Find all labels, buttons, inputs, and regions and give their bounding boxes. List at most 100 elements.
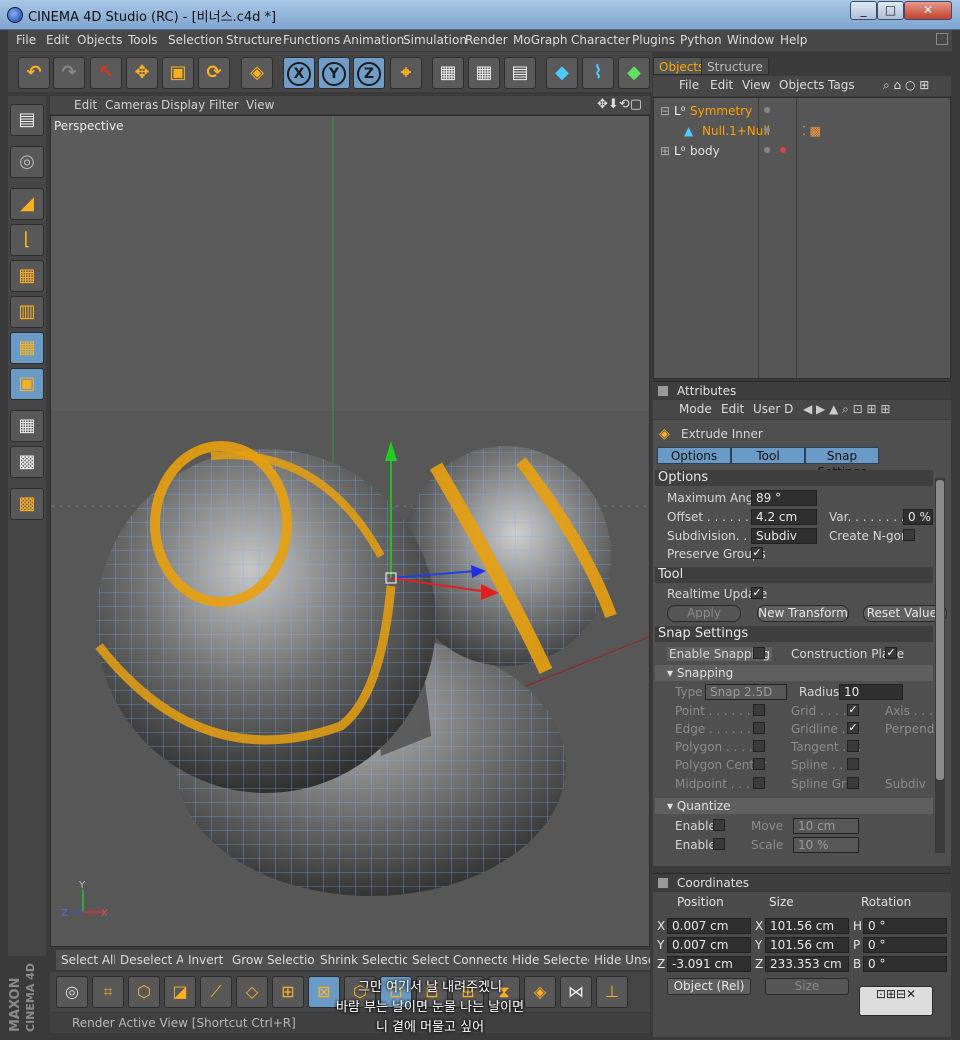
- tab-tool[interactable]: Tool: [731, 447, 805, 464]
- scale-icon[interactable]: ▣: [162, 57, 194, 89]
- size-z-field[interactable]: 233.353 cm: [765, 956, 849, 972]
- x-axis-lock-icon[interactable]: X: [283, 57, 315, 89]
- object-manager-search-icon[interactable]: ⌕ ⌂ ○ ⊞: [883, 78, 929, 93]
- apply-button[interactable]: Apply: [667, 605, 741, 622]
- axis-mode-icon[interactable]: ▣: [10, 368, 44, 400]
- viewport-menu-display[interactable]: Display: [161, 98, 205, 112]
- viewport-menu-view[interactable]: View: [246, 98, 274, 112]
- snap-tangent-checkbox[interactable]: [847, 740, 859, 752]
- viewport-navigation-icons[interactable]: ✥⬇⟲▢: [597, 97, 642, 112]
- invert-button[interactable]: Invert: [183, 950, 230, 970]
- use-model-mode-icon[interactable]: ▤: [10, 104, 44, 136]
- knife-icon[interactable]: ⟋: [200, 976, 232, 1008]
- quantize-subsection[interactable]: ▾ Quantize: [655, 798, 933, 814]
- minimize-button[interactable]: _: [850, 1, 877, 20]
- viewport-menu-edit[interactable]: Edit: [74, 98, 97, 112]
- bevel-icon[interactable]: ◇: [236, 976, 268, 1008]
- nurbs-icon[interactable]: ◆: [618, 57, 650, 89]
- render-picture-viewer-icon[interactable]: ▦: [468, 57, 500, 89]
- object-row-body[interactable]: ⊞ L⁰ body: [654, 141, 950, 161]
- animation-mode-icon[interactable]: ▩: [10, 488, 44, 520]
- polygon-mode-icon[interactable]: ▦: [10, 332, 44, 364]
- object-menu-edit[interactable]: Edit: [710, 78, 733, 92]
- pos-x-field[interactable]: 0.007 cm: [667, 918, 751, 934]
- quantize-scale-field[interactable]: 10 %: [793, 837, 859, 853]
- close-button[interactable]: ✕: [904, 1, 952, 20]
- render-settings-icon[interactable]: ▤: [504, 57, 536, 89]
- attributes-scrollbar[interactable]: [935, 478, 945, 853]
- menu-functions[interactable]: Functions: [283, 33, 340, 47]
- visibility-dot[interactable]: [764, 147, 770, 153]
- menu-plugins[interactable]: Plugins: [632, 33, 675, 47]
- coordinate-mode-dropdown[interactable]: Object (Rel): [667, 978, 751, 995]
- extrude-inner-icon[interactable]: ◪: [164, 976, 196, 1008]
- undo-icon[interactable]: ↶: [18, 57, 50, 89]
- grow-selection-button[interactable]: Grow Selection: [227, 950, 329, 970]
- snap-spline-checkbox[interactable]: [847, 758, 859, 770]
- menu-structure[interactable]: Structure: [226, 33, 282, 47]
- menu-simulation[interactable]: Simulation: [403, 33, 467, 47]
- menu-file[interactable]: File: [16, 33, 36, 47]
- snap-spline-grid-checkbox[interactable]: [847, 777, 859, 789]
- type-dropdown[interactable]: Snap 2.5D: [705, 684, 787, 700]
- tweak-mode-icon[interactable]: ▦: [10, 410, 44, 442]
- object-menu-view[interactable]: View: [742, 78, 770, 92]
- select-all-button[interactable]: Select All: [56, 950, 123, 970]
- quantize-move-field[interactable]: 10 cm: [793, 818, 859, 834]
- var-field[interactable]: 0 %: [903, 509, 933, 525]
- menu-help[interactable]: Help: [780, 33, 807, 47]
- preserve-groups-checkbox[interactable]: ✓: [751, 547, 763, 559]
- snap-polygon-center-checkbox[interactable]: [753, 758, 765, 770]
- recent-tools-icon[interactable]: ◈: [241, 57, 273, 89]
- move-icon[interactable]: ✥: [126, 57, 158, 89]
- object-menu-file[interactable]: File: [679, 78, 699, 92]
- snapping-subsection[interactable]: ▾ Snapping: [655, 665, 933, 681]
- rotate-icon[interactable]: ⟳: [198, 57, 230, 89]
- point-mode-icon[interactable]: ▦: [10, 260, 44, 292]
- perspective-viewport[interactable]: Y X Z Perspective: [50, 115, 650, 947]
- visibility-dot[interactable]: [764, 107, 770, 113]
- render-view-icon[interactable]: ▦: [432, 57, 464, 89]
- tab-snap-settings[interactable]: Snap Settings: [805, 447, 879, 479]
- object-row-null[interactable]: ▲ Null.1+Null ⁚ ▩: [654, 121, 950, 141]
- rot-b-field[interactable]: 0 °: [863, 956, 947, 972]
- live-selection-tool-icon[interactable]: ◎: [56, 976, 88, 1008]
- coordinate-system-icon[interactable]: ⌖: [390, 57, 422, 89]
- texture-axis-icon[interactable]: ▩: [10, 446, 44, 478]
- menu-animation[interactable]: Animation: [343, 33, 404, 47]
- menu-mograph[interactable]: MoGraph: [513, 33, 568, 47]
- offset-field[interactable]: 4.2 cm: [751, 509, 817, 525]
- hide-unselected-button[interactable]: Hide Unsele: [589, 950, 650, 970]
- rot-p-field[interactable]: 0 °: [863, 937, 947, 953]
- realtime-update-checkbox[interactable]: ✓: [751, 587, 763, 599]
- pos-y-field[interactable]: 0.007 cm: [667, 937, 751, 953]
- menu-window[interactable]: Window: [727, 33, 774, 47]
- attr-nav-icons[interactable]: ◀ ▶ ▲ ⌕ ⊡ ⊞ ⊞: [803, 402, 890, 417]
- new-transform-button[interactable]: New Transform: [757, 605, 849, 622]
- menu-selection[interactable]: Selection: [168, 33, 223, 47]
- tag-icon[interactable]: ⁚ ▩: [802, 124, 821, 138]
- construction-plane-checkbox[interactable]: ✓: [885, 647, 897, 659]
- pos-z-field[interactable]: -3.091 cm: [667, 956, 751, 972]
- apply-coordinates-buttons[interactable]: ⊡⊞⊟✕: [859, 986, 933, 1016]
- menu-edit[interactable]: Edit: [46, 33, 69, 47]
- texture-mode-icon[interactable]: ◢: [10, 188, 44, 220]
- use-object-mode-icon[interactable]: ◎: [10, 146, 44, 178]
- subdivision-field[interactable]: Subdiv: [751, 528, 817, 544]
- menu-character[interactable]: Character: [571, 33, 630, 47]
- size-y-field[interactable]: 101.56 cm: [765, 937, 849, 953]
- quantize-move-checkbox[interactable]: [713, 819, 725, 831]
- workplane-mode-icon[interactable]: ⌊: [10, 224, 44, 256]
- cube-object-icon[interactable]: ◆: [546, 57, 578, 89]
- hide-selected-button[interactable]: Hide Selected: [507, 950, 602, 970]
- viewport-menu-filter[interactable]: Filter: [209, 98, 239, 112]
- max-angle-field[interactable]: 89 °: [751, 490, 817, 506]
- menu-tools[interactable]: Tools: [128, 33, 158, 47]
- visibility-dot[interactable]: [764, 127, 770, 133]
- size-x-field[interactable]: 101.56 cm: [765, 918, 849, 934]
- radius-field[interactable]: 10: [839, 684, 903, 700]
- layout-icon[interactable]: [936, 33, 948, 45]
- snap-polygon-checkbox[interactable]: [753, 740, 765, 752]
- render-visibility-dot[interactable]: [780, 147, 786, 153]
- z-axis-lock-icon[interactable]: Z: [353, 57, 385, 89]
